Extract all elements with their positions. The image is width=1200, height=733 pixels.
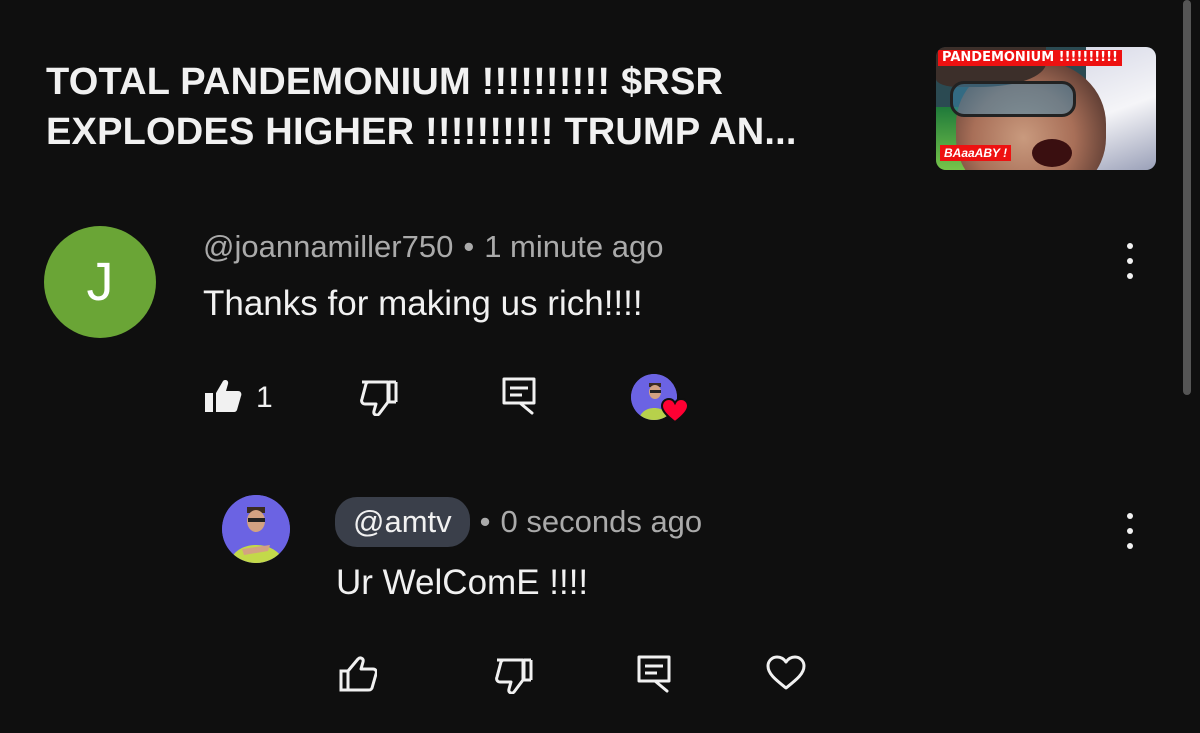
creator-heart-icon xyxy=(661,398,689,424)
reply-author-badge[interactable]: @amtv xyxy=(335,497,470,547)
reply-time: 0 seconds ago xyxy=(500,504,703,539)
thumbs-down-icon[interactable] xyxy=(360,380,398,416)
video-thumbnail[interactable]: PANDEMONIUM !!!!!!!!!! BAaaABY ! xyxy=(936,47,1156,170)
reply-text: Ur WelComE !!!! xyxy=(336,563,589,602)
reply-icon[interactable] xyxy=(502,377,536,415)
thumbs-up-filled-icon[interactable] xyxy=(204,378,242,414)
comment-time: 1 minute ago xyxy=(484,229,664,264)
reply-icon[interactable] xyxy=(637,655,671,693)
heart-outline-icon[interactable] xyxy=(766,655,806,691)
thumbs-up-outline-icon[interactable] xyxy=(339,656,377,692)
meta-separator: • xyxy=(479,504,491,539)
reply-meta: @amtv • 0 seconds ago xyxy=(335,497,702,547)
video-title[interactable]: TOTAL PANDEMONIUM !!!!!!!!!! $RSR EXPLOD… xyxy=(46,57,906,157)
commenter-avatar[interactable]: J xyxy=(44,226,156,338)
like-count: 1 xyxy=(256,381,273,414)
video-title-line-1: TOTAL PANDEMONIUM !!!!!!!!!! $RSR xyxy=(46,61,724,103)
thumbs-down-icon[interactable] xyxy=(495,658,533,694)
video-title-line-2: EXPLODES HIGHER !!!!!!!!!! TRUMP AN... xyxy=(46,111,797,153)
thumbnail-tag-text: BAaaABY ! xyxy=(940,145,1012,161)
thumbnail-glasses xyxy=(950,81,1076,117)
meta-separator: • xyxy=(463,229,475,264)
comment-text: Thanks for making us rich!!!! xyxy=(203,284,643,323)
comment-author[interactable]: @joannamiller750 xyxy=(203,229,453,264)
thumbnail-banner-text: PANDEMONIUM !!!!!!!!!! xyxy=(938,50,1122,66)
scrollbar[interactable] xyxy=(1183,0,1191,395)
comment-meta: @joannamiller750 • 1 minute ago xyxy=(203,229,663,265)
creator-heart-badge xyxy=(631,374,691,426)
reply-author-portrait xyxy=(222,495,290,563)
thumbnail-mouth xyxy=(1032,139,1072,167)
reply-author-avatar[interactable] xyxy=(222,495,290,563)
comment-more-options-icon[interactable] xyxy=(1115,241,1145,281)
reply-more-options-icon[interactable] xyxy=(1115,511,1145,551)
